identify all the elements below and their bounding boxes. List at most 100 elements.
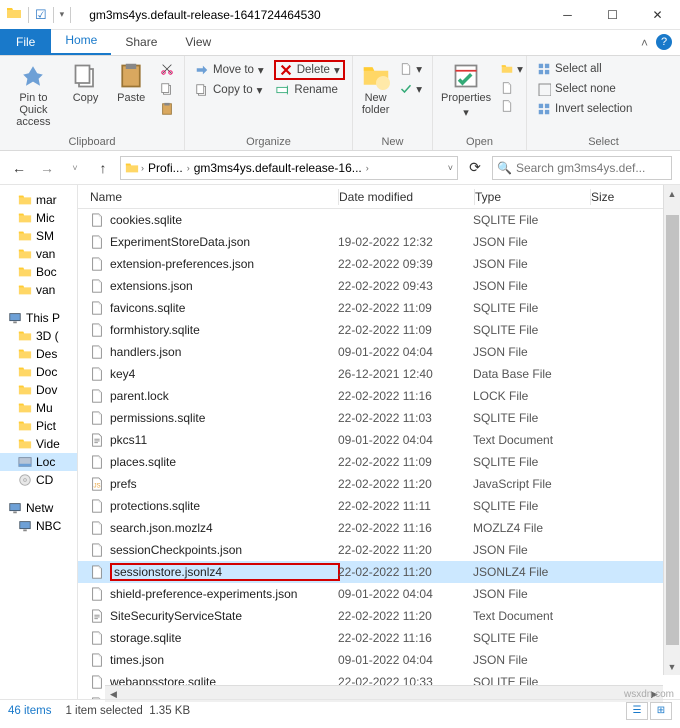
file-row[interactable]: handlers.json09-01-2022 04:04JSON File [78, 341, 680, 363]
forward-button[interactable]: → [36, 157, 58, 179]
scroll-down-arrow[interactable]: ▼ [664, 658, 680, 675]
help-button[interactable]: ? [656, 34, 672, 50]
search-icon: 🔍 [497, 161, 512, 175]
pin-quick-access-button[interactable]: Pin to Quick access [6, 60, 61, 130]
file-row[interactable]: prefs22-02-2022 11:20JavaScript File [78, 473, 680, 495]
invert-selection-button[interactable]: Invert selection [533, 100, 636, 118]
file-row[interactable]: sessionCheckpoints.json22-02-2022 11:20J… [78, 539, 680, 561]
file-row[interactable]: SiteSecurityServiceState22-02-2022 11:20… [78, 605, 680, 627]
refresh-button[interactable]: ⟳ [464, 157, 486, 179]
file-row[interactable]: storage.sqlite22-02-2022 11:16SQLITE Fil… [78, 627, 680, 649]
tree-item[interactable]: 3D ( [0, 327, 77, 345]
close-button[interactable]: ✕ [635, 0, 680, 30]
recent-locations-button[interactable]: ˅ [64, 157, 86, 179]
tree-item[interactable]: Loc [0, 453, 77, 471]
view-large-button[interactable]: ⊞ [650, 702, 672, 720]
scroll-thumb[interactable] [666, 215, 679, 645]
cut-button[interactable] [156, 60, 178, 78]
col-name[interactable]: Name [78, 190, 338, 204]
paste-button[interactable]: Paste [110, 60, 152, 106]
address-input[interactable]: › Profi... › gm3ms4ys.default-release-16… [120, 156, 458, 180]
address-dropdown-icon[interactable]: ˅ [448, 163, 453, 173]
minimize-button[interactable]: ─ [545, 0, 590, 30]
col-type[interactable]: Type [475, 190, 590, 204]
file-row[interactable]: sessionstore.jsonlz422-02-2022 11:20JSON… [78, 561, 680, 583]
tree-item[interactable]: mar [0, 191, 77, 209]
file-row[interactable]: extensions.json22-02-2022 09:43JSON File [78, 275, 680, 297]
vertical-scrollbar[interactable]: ▲ ▼ [663, 185, 680, 675]
tree-item[interactable]: CD [0, 471, 77, 489]
file-row[interactable]: times.json09-01-2022 04:04JSON File [78, 649, 680, 671]
status-selected: 1 item selected [65, 705, 142, 717]
tree-item[interactable]: Vide [0, 435, 77, 453]
properties-button[interactable]: Properties▾ [439, 60, 493, 121]
ribbon-collapse-icon[interactable]: ˄ [641, 36, 648, 50]
new-folder-button[interactable]: New folder [359, 60, 392, 118]
file-row[interactable]: shield-preference-experiments.json09-01-… [78, 583, 680, 605]
tree-item[interactable]: van [0, 281, 77, 299]
easy-access-button[interactable]: ▾ [396, 80, 426, 98]
tree-item[interactable]: Pict [0, 417, 77, 435]
app-icon [6, 5, 22, 24]
search-input[interactable]: 🔍 Search gm3ms4ys.def... [492, 156, 672, 180]
up-button[interactable]: ↑ [92, 157, 114, 179]
open-button[interactable]: ▾ [497, 60, 527, 78]
history-button[interactable] [497, 98, 527, 114]
file-row[interactable]: parent.lock22-02-2022 11:16LOCK File [78, 385, 680, 407]
paste-shortcut-icon [160, 102, 174, 116]
file-row[interactable]: permissions.sqlite22-02-2022 11:03SQLITE… [78, 407, 680, 429]
tree-item[interactable]: NBC [0, 517, 77, 535]
copy-path-button[interactable] [156, 80, 178, 98]
tree-item[interactable]: SM [0, 227, 77, 245]
easy-access-icon [400, 83, 412, 95]
tab-file[interactable]: File [0, 29, 51, 55]
back-button[interactable]: ← [8, 157, 30, 179]
copy-button[interactable]: Copy [65, 60, 107, 106]
tree-item[interactable]: Des [0, 345, 77, 363]
file-row[interactable]: favicons.sqlite22-02-2022 11:09SQLITE Fi… [78, 297, 680, 319]
file-row[interactable]: cookies.sqliteSQLITE File [78, 209, 680, 231]
delete-button[interactable]: Delete ▾ [274, 60, 345, 80]
select-none-button[interactable]: Select none [533, 80, 636, 98]
tree-item[interactable]: Boc [0, 263, 77, 281]
group-select-label: Select [533, 136, 674, 148]
file-row[interactable]: pkcs1109-01-2022 04:04Text Document [78, 429, 680, 451]
nav-tree[interactable]: marMicSMvanBocvanThis P3D (DesDocDovMuPi… [0, 185, 78, 699]
breadcrumb[interactable]: gm3ms4ys.default-release-16... [192, 161, 364, 175]
file-row[interactable]: protections.sqlite22-02-2022 11:11SQLITE… [78, 495, 680, 517]
scroll-up-arrow[interactable]: ▲ [664, 185, 680, 202]
paste-shortcut-button[interactable] [156, 100, 178, 118]
maximize-button[interactable]: ☐ [590, 0, 635, 30]
tree-item[interactable]: Mu [0, 399, 77, 417]
select-all-button[interactable]: Select all [533, 60, 636, 78]
ribbon-tabs: File Home Share View ˄ ? [0, 30, 680, 56]
file-row[interactable]: places.sqlite22-02-2022 11:09SQLITE File [78, 451, 680, 473]
move-to-button[interactable]: Move to ▾ [191, 60, 268, 80]
new-item-button[interactable]: ▾ [396, 60, 426, 78]
edit-button[interactable] [497, 80, 527, 96]
qat-dropdown-icon[interactable]: ▾ [60, 9, 65, 20]
properties-icon [452, 62, 480, 90]
file-row[interactable]: key426-12-2021 12:40Data Base File [78, 363, 680, 385]
tree-item[interactable]: This P [0, 309, 77, 327]
view-details-button[interactable]: ☰ [626, 702, 648, 720]
tab-home[interactable]: Home [51, 27, 111, 55]
tab-share[interactable]: Share [111, 29, 171, 55]
rename-icon [276, 83, 290, 97]
rename-button[interactable]: Rename [272, 81, 341, 99]
tab-view[interactable]: View [171, 29, 225, 55]
col-date[interactable]: Date modified [339, 190, 474, 204]
copy-to-button[interactable]: Copy to ▾ [191, 81, 266, 99]
tree-item[interactable]: Dov [0, 381, 77, 399]
file-row[interactable]: formhistory.sqlite22-02-2022 11:09SQLITE… [78, 319, 680, 341]
tree-item[interactable]: van [0, 245, 77, 263]
qat-checkbox-icon[interactable]: ☑ [35, 7, 47, 23]
breadcrumb[interactable]: Profi... [146, 161, 185, 175]
file-list[interactable]: cookies.sqliteSQLITE FileExperimentStore… [78, 209, 680, 699]
tree-item[interactable]: Doc [0, 363, 77, 381]
file-row[interactable]: ExperimentStoreData.json19-02-2022 12:32… [78, 231, 680, 253]
file-row[interactable]: search.json.mozlz422-02-2022 11:16MOZLZ4… [78, 517, 680, 539]
file-row[interactable]: extension-preferences.json22-02-2022 09:… [78, 253, 680, 275]
tree-item[interactable]: Mic [0, 209, 77, 227]
tree-item[interactable]: Netw [0, 499, 77, 517]
